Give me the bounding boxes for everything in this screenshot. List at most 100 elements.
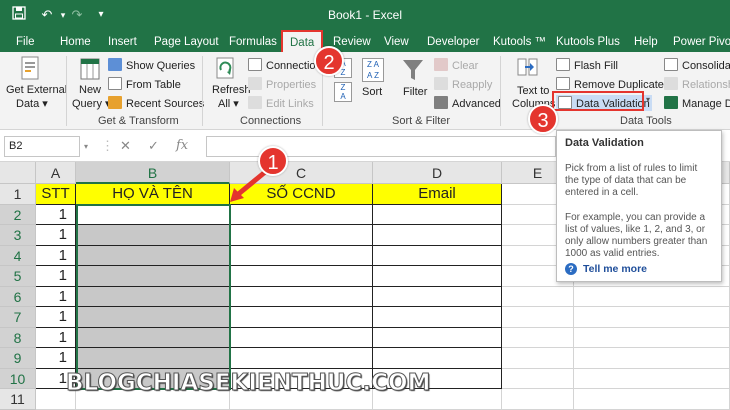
cell-a1[interactable]: STT [36, 184, 76, 205]
row-header[interactable]: 5 [0, 266, 36, 287]
tab-developer[interactable]: Developer [427, 33, 479, 52]
cell-b5[interactable] [76, 266, 230, 287]
from-table-button[interactable]: From Table [108, 77, 181, 91]
row-header[interactable]: 4 [0, 245, 36, 266]
select-all-corner[interactable] [0, 162, 36, 184]
cell-b4[interactable] [76, 245, 230, 266]
cell-e10[interactable] [502, 368, 574, 389]
show-queries-button[interactable]: Show Queries [108, 58, 195, 72]
row-header[interactable]: 11 [0, 389, 36, 410]
cell-f7[interactable] [574, 307, 730, 328]
tab-help[interactable]: Help [634, 33, 658, 52]
cell-c2[interactable] [230, 204, 373, 225]
cell-a7[interactable]: 1 [36, 307, 76, 328]
cell-d2[interactable] [373, 204, 502, 225]
cell-f10[interactable] [574, 368, 730, 389]
row-header[interactable]: 2 [0, 204, 36, 225]
cell-f11[interactable] [574, 389, 730, 410]
advanced-button[interactable]: Advanced [434, 96, 501, 110]
cell-f9[interactable] [574, 348, 730, 369]
cancel-icon[interactable]: ✕ [120, 138, 131, 154]
row-header[interactable]: 7 [0, 307, 36, 328]
tab-page-layout[interactable]: Page Layout [154, 33, 219, 52]
insert-function-icon[interactable]: fx [176, 138, 188, 153]
row-header[interactable]: 9 [0, 348, 36, 369]
cell-e7[interactable] [502, 307, 574, 328]
cell-b6[interactable] [76, 286, 230, 307]
tab-insert[interactable]: Insert [108, 33, 137, 52]
cell-d3[interactable] [373, 225, 502, 246]
tab-power-pivot[interactable]: Power Pivot [673, 33, 730, 52]
cell-b2[interactable] [76, 204, 230, 225]
cell-a8[interactable]: 1 [36, 327, 76, 348]
cell-c5[interactable] [230, 266, 373, 287]
name-box[interactable]: B2 [4, 136, 80, 157]
group-separator [66, 56, 67, 126]
cell-b9[interactable] [76, 348, 230, 369]
cell-b8[interactable] [76, 327, 230, 348]
tab-formulas[interactable]: Formulas [229, 33, 277, 52]
properties-button[interactable]: Properties [248, 77, 316, 91]
cell-d5[interactable] [373, 266, 502, 287]
tab-view[interactable]: View [384, 33, 409, 52]
name-box-dropdown-icon[interactable]: ▾ [84, 142, 88, 151]
manage-data-model-button[interactable]: Manage Data Model [664, 96, 730, 110]
row-header[interactable]: 3 [0, 225, 36, 246]
reapply-button[interactable]: Reapply [434, 77, 492, 91]
relationships-button[interactable]: Relationships [664, 77, 730, 91]
cell-d8[interactable] [373, 327, 502, 348]
cell-f6[interactable] [574, 286, 730, 307]
cell-f8[interactable] [574, 327, 730, 348]
consolidate-button[interactable]: Consolidate [664, 58, 730, 72]
row-header[interactable]: 8 [0, 327, 36, 348]
row-header[interactable]: 10 [0, 368, 36, 389]
cell-d7[interactable] [373, 307, 502, 328]
column-header-a[interactable]: A [36, 162, 76, 184]
cell-b1[interactable]: HỌ VÀ TÊN [76, 184, 230, 205]
cell-b3[interactable] [76, 225, 230, 246]
cell-b7[interactable] [76, 307, 230, 328]
sort-za-button[interactable]: ZA [334, 82, 352, 102]
cell-c7[interactable] [230, 307, 373, 328]
tab-data[interactable]: Data [281, 30, 324, 52]
cell-a6[interactable]: 1 [36, 286, 76, 307]
cell-c3[interactable] [230, 225, 373, 246]
connections-icon [248, 58, 262, 71]
cell-e9[interactable] [502, 348, 574, 369]
cell-c6[interactable] [230, 286, 373, 307]
recent-sources-button[interactable]: Recent Sources [108, 96, 204, 110]
cell-d1[interactable]: Email [373, 184, 502, 205]
tab-kutools[interactable]: Kutools ™ [493, 33, 546, 52]
cell-e8[interactable] [502, 327, 574, 348]
cell-e6[interactable] [502, 286, 574, 307]
cell-d4[interactable] [373, 245, 502, 266]
tab-file[interactable]: File [16, 33, 35, 52]
cell-a5[interactable]: 1 [36, 266, 76, 287]
row-header[interactable]: 6 [0, 286, 36, 307]
cell-a9[interactable]: 1 [36, 348, 76, 369]
row-header[interactable]: 1 [0, 184, 36, 205]
cell-a3[interactable]: 1 [36, 225, 76, 246]
cell-e11[interactable] [502, 389, 574, 410]
cell-a2[interactable]: 1 [36, 204, 76, 225]
column-header-b[interactable]: B [76, 162, 230, 184]
cell-d9[interactable] [373, 348, 502, 369]
cell-a4[interactable]: 1 [36, 245, 76, 266]
data-validation-tooltip: Data Validation Pick from a list of rule… [556, 130, 722, 282]
cell-c8[interactable] [230, 327, 373, 348]
cell-d6[interactable] [373, 286, 502, 307]
edit-links-button[interactable]: Edit Links [248, 96, 314, 110]
properties-label: Properties [266, 79, 317, 91]
tell-me-more-link[interactable]: ? Tell me more [565, 263, 647, 275]
group-label-data-tools: Data Tools [620, 115, 672, 127]
cell-c4[interactable] [230, 245, 373, 266]
flash-fill-button[interactable]: Flash Fill [556, 58, 618, 72]
tab-home[interactable]: Home [60, 33, 91, 52]
remove-duplicates-button[interactable]: Remove Duplicates [556, 77, 669, 91]
enter-icon[interactable]: ✓ [148, 138, 159, 154]
data-validation-dropdown-icon[interactable]: ▾ [646, 95, 650, 104]
cell-c9[interactable] [230, 348, 373, 369]
tab-kutools-plus[interactable]: Kutools Plus [556, 33, 620, 52]
column-header-d[interactable]: D [373, 162, 502, 184]
clear-button[interactable]: Clear [434, 58, 478, 72]
